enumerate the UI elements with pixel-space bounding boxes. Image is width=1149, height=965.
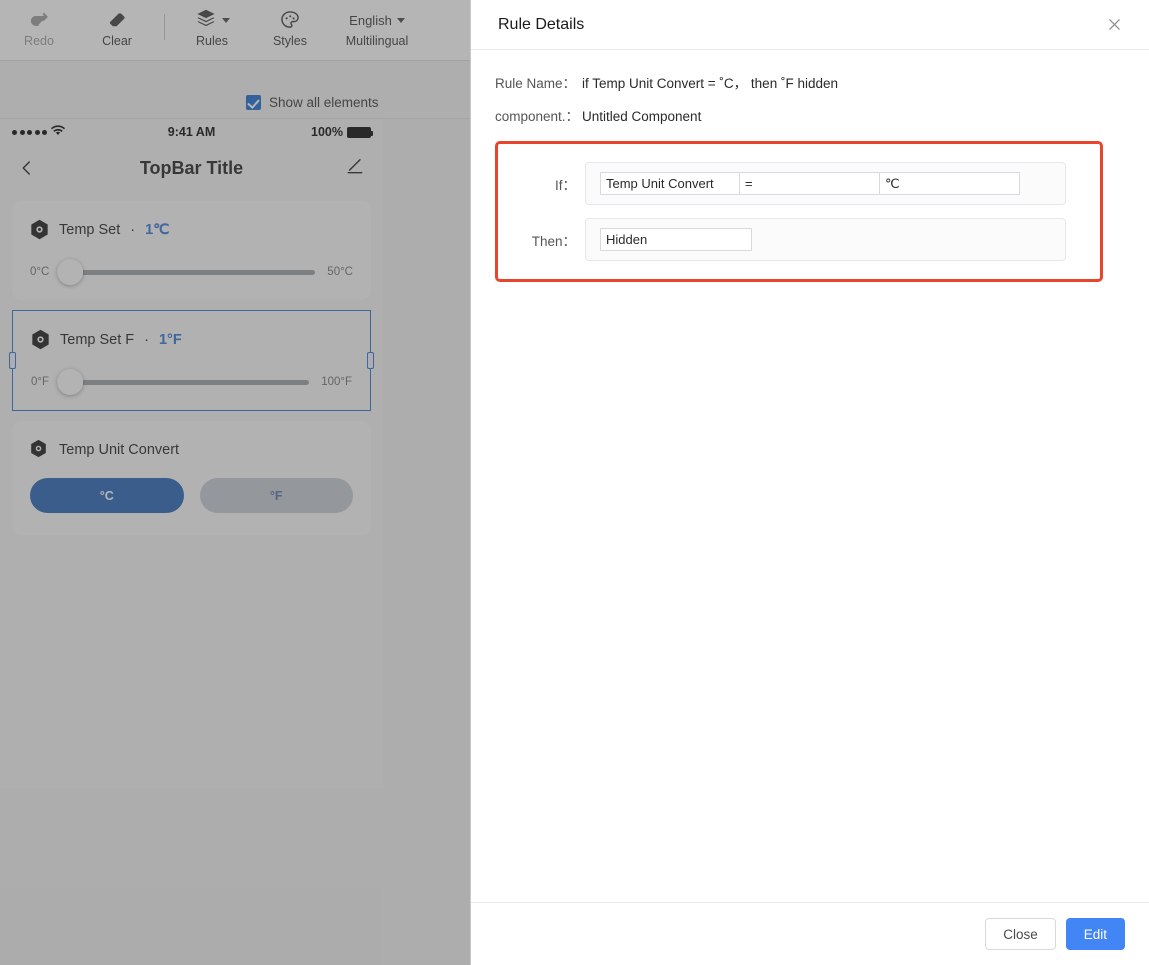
rule-if-label: If：: [554, 177, 576, 193]
card-value: 1°F: [158, 331, 182, 348]
edit-button[interactable]: Edit: [1065, 918, 1125, 950]
phone-topbar-title: TopBar Title: [139, 157, 244, 178]
field-component-label: component.：: [495, 109, 580, 124]
slider-min-label: 0°C: [30, 266, 50, 278]
field-component-value: Untitled Component: [582, 109, 702, 124]
toolbar-clear-label: Clear: [102, 34, 132, 48]
slider-max-label: 100°F: [321, 376, 352, 388]
show-all-elements-checkbox[interactable]: [246, 95, 261, 110]
toolbar-clear-button[interactable]: Clear: [78, 0, 156, 61]
palette-icon: [279, 7, 301, 33]
status-time: 9:41 AM: [167, 125, 216, 139]
card-separator: ·: [144, 331, 149, 348]
panel-body: Rule Name： if Temp Unit Convert = ˚C， th…: [471, 50, 1149, 902]
rule-if-row: If： Temp Unit Convert = ℃: [498, 162, 1066, 205]
panel-header: Rule Details: [471, 0, 1149, 50]
close-button[interactable]: Close: [985, 918, 1056, 950]
segment-control: °C °F: [30, 478, 353, 513]
rule-then-label: Then：: [531, 233, 576, 249]
slider-row: 0°F 100°F: [31, 369, 352, 395]
toolbar-styles-button[interactable]: Styles: [251, 0, 329, 61]
rule-then-row: Then： Hidden: [498, 218, 1066, 261]
phone-status-bar: 9:41 AM 100%: [0, 119, 383, 145]
segment-option-fahrenheit[interactable]: °F: [199, 478, 353, 513]
slider-knob[interactable]: [57, 259, 84, 285]
panel-title: Rule Details: [498, 15, 585, 33]
card-header: Temp Unit Convert: [30, 439, 353, 460]
toolbar-divider: [164, 14, 165, 40]
card-title: Temp Set F: [60, 331, 135, 348]
phone-preview: 9:41 AM 100% TopBar Title Temp Set · 1℃ …: [0, 119, 383, 788]
rule-if-operator-input[interactable]: =: [740, 172, 880, 195]
slider-track[interactable]: [57, 369, 310, 395]
rule-then-action-input[interactable]: Hidden: [600, 228, 752, 251]
panel-footer: Close Edit: [471, 902, 1149, 965]
card-title: Temp Set: [59, 221, 121, 238]
component-card-temp-unit-convert[interactable]: Temp Unit Convert °C °F: [12, 421, 371, 535]
field-rule-name-value: if Temp Unit Convert = ˚C， then ˚F hidde…: [582, 76, 838, 91]
chevron-down-icon[interactable]: [221, 17, 230, 23]
toolbar-rules-label: Rules: [196, 34, 228, 48]
component-card-temp-set[interactable]: Temp Set · 1℃ 0°C 50°C: [12, 201, 371, 300]
phone-topbar: TopBar Title: [0, 145, 383, 191]
eraser-icon: [106, 7, 128, 33]
rule-highlight-box: If： Temp Unit Convert = ℃ Then： Hidden: [495, 141, 1103, 282]
toolbar-styles-label: Styles: [272, 34, 308, 48]
hex-component-icon: [30, 219, 49, 240]
battery-icon: [347, 126, 373, 138]
layers-icon: [195, 7, 217, 34]
app-root: Redo Clear Rules Styles English Multilin…: [0, 0, 1149, 965]
slider-track[interactable]: [57, 259, 316, 285]
language-group: English: [349, 7, 405, 33]
card-separator: ·: [130, 221, 136, 238]
rule-then-shell: Hidden: [585, 218, 1066, 261]
selection-handle-right[interactable]: [367, 352, 374, 369]
slider-max-label: 50°C: [327, 266, 353, 278]
toolbar-multilingual-button[interactable]: English Multilingual: [329, 0, 425, 61]
card-header: Temp Set F · 1°F: [31, 329, 352, 350]
toolbar-redo-label: Redo: [24, 34, 54, 48]
component-card-temp-set-f[interactable]: Temp Set F · 1°F 0°F 100°F: [9, 310, 374, 411]
rule-details-panel: Rule Details Rule Name： if Temp Unit Con…: [470, 0, 1149, 965]
hex-component-icon: [31, 329, 50, 350]
close-icon[interactable]: [1103, 14, 1125, 36]
rules-icon-group: [195, 7, 230, 33]
hex-component-icon: [30, 439, 49, 460]
chevron-down-icon[interactable]: [396, 17, 405, 23]
rule-if-value-input[interactable]: ℃: [880, 172, 1020, 195]
rule-if-subject-input[interactable]: Temp Unit Convert: [600, 172, 740, 195]
segment-option-celsius[interactable]: °C: [30, 478, 184, 513]
card-value: 1℃: [145, 221, 170, 238]
toolbar-rules-button[interactable]: Rules: [173, 0, 251, 61]
field-rule-name: Rule Name： if Temp Unit Convert = ˚C， th…: [471, 72, 1149, 92]
slider-row: 0°C 50°C: [30, 259, 353, 285]
show-all-elements-toggle[interactable]: Show all elements: [246, 95, 379, 110]
toolbar-redo-button[interactable]: Redo: [0, 0, 78, 61]
slider-min-label: 0°F: [31, 376, 50, 388]
redo-icon: [28, 7, 50, 33]
card-title: Temp Unit Convert: [59, 441, 180, 458]
slider-knob[interactable]: [57, 369, 84, 395]
language-value: English: [349, 12, 392, 28]
show-all-elements-label: Show all elements: [269, 95, 379, 110]
field-rule-name-label: Rule Name：: [495, 76, 577, 91]
rule-if-shell: Temp Unit Convert = ℃: [585, 162, 1066, 205]
selection-handle-left[interactable]: [9, 352, 16, 369]
card-header: Temp Set · 1℃: [30, 219, 353, 240]
toolbar-multilingual-label: Multilingual: [345, 34, 409, 48]
field-component: component.： Untitled Component: [471, 105, 1149, 125]
